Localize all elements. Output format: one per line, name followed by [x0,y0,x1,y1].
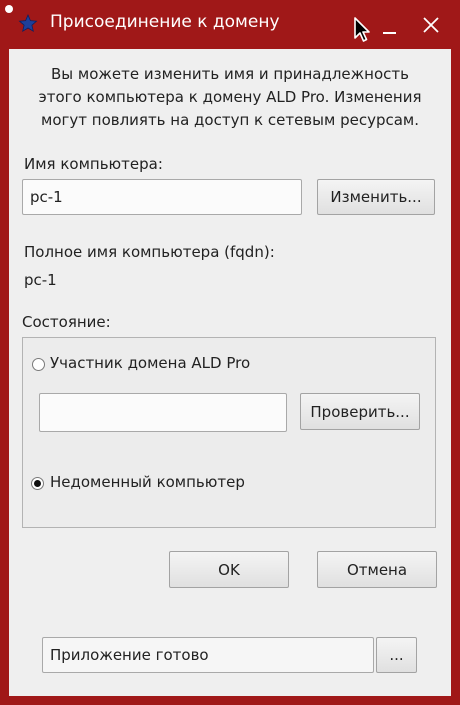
star-icon [18,13,38,33]
status-bar-message: Приложение готово [50,646,209,664]
domain-member-label[interactable]: Участник домена ALD Pro [50,354,250,372]
non-domain-radio[interactable] [31,477,44,490]
minimize-icon[interactable] [378,14,400,36]
window-pin-icon [5,5,13,13]
mouse-pointer-icon [354,17,372,47]
non-domain-label[interactable]: Недоменный компьютер [50,473,245,491]
domain-member-radio[interactable] [32,358,45,371]
domain-input[interactable] [39,393,287,432]
computer-name-value: pc-1 [30,188,63,206]
status-bar-text: Приложение готово [42,637,374,673]
fqdn-label: Полное имя компьютера (fqdn): [24,243,275,261]
title-bar[interactable]: Присоединение к домену [0,0,460,48]
check-button[interactable]: Проверить... [300,393,420,430]
window-title: Присоединение к домену [50,12,280,32]
window-bottom-border [0,696,460,705]
ok-button[interactable]: OK [169,551,289,588]
cancel-button[interactable]: Отмена [317,551,437,588]
statusbar-more-button[interactable]: ... [376,637,417,673]
fqdn-value: pc-1 [24,271,57,289]
domain-join-window: Присоединение к домену Вы можете изменит… [0,0,460,705]
change-button[interactable]: Изменить... [317,179,435,215]
intro-text: Вы можете изменить имя и принадлежность … [38,65,422,129]
status-groupbox: Участник домена ALD Pro Проверить... Нед… [22,337,436,528]
status-label: Состояние: [22,313,111,331]
dialog-body: Вы можете изменить имя и принадлежность … [9,49,451,696]
computer-name-label: Имя компьютера: [24,155,163,173]
computer-name-field[interactable]: pc-1 [22,179,302,215]
close-icon[interactable] [420,14,442,36]
